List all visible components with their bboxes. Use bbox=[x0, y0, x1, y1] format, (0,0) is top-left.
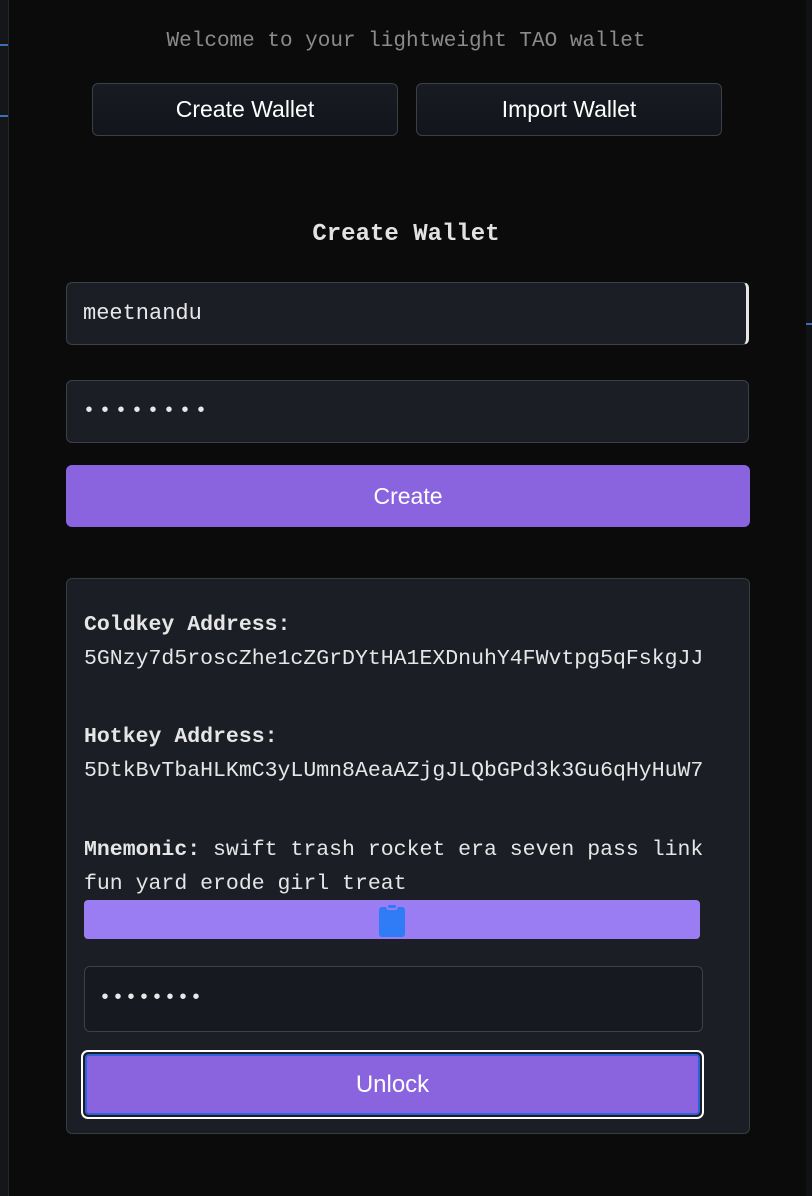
wallet-details-card: Coldkey Address: 5GNzy7d5roscZhe1cZGrDYt… bbox=[66, 578, 750, 1134]
hotkey-address: 5DtkBvTbaHLKmC3yLUmn8AeaAZjgJLQbGPd3k3Gu… bbox=[84, 759, 704, 783]
unlock-button-label: Unlock bbox=[85, 1054, 700, 1115]
hotkey-block: Hotkey Address: 5DtkBvTbaHLKmC3yLUmn8Aea… bbox=[84, 720, 724, 788]
left-window-edge bbox=[0, 0, 9, 1196]
copy-mnemonic-button[interactable] bbox=[84, 900, 700, 939]
wallet-name-input[interactable]: meetnandu bbox=[66, 282, 749, 345]
import-wallet-tab[interactable]: Import Wallet bbox=[416, 83, 722, 136]
welcome-text: Welcome to your lightweight TAO wallet bbox=[166, 30, 646, 53]
mnemonic-block: Mnemonic: swift trash rocket era seven p… bbox=[84, 833, 724, 901]
coldkey-block: Coldkey Address: 5GNzy7d5roscZhe1cZGrDYt… bbox=[84, 608, 724, 676]
unlock-password-input[interactable]: •••••••• bbox=[84, 966, 703, 1032]
create-button[interactable]: Create bbox=[66, 465, 750, 527]
wallet-password-input[interactable]: •••••••• bbox=[66, 380, 749, 443]
create-wallet-tab[interactable]: Create Wallet bbox=[92, 83, 398, 136]
coldkey-label: Coldkey Address: bbox=[84, 613, 291, 637]
coldkey-address: 5GNzy7d5roscZhe1cZGrDYtHA1EXDnuhY4FWvtpg… bbox=[84, 647, 704, 671]
right-window-edge bbox=[806, 0, 812, 1196]
create-wallet-title: Create Wallet bbox=[312, 221, 500, 248]
clipboard-icon bbox=[379, 902, 405, 937]
mnemonic-label: Mnemonic: bbox=[84, 838, 201, 862]
hotkey-label: Hotkey Address: bbox=[84, 725, 278, 749]
unlock-button[interactable]: Unlock bbox=[81, 1050, 704, 1119]
